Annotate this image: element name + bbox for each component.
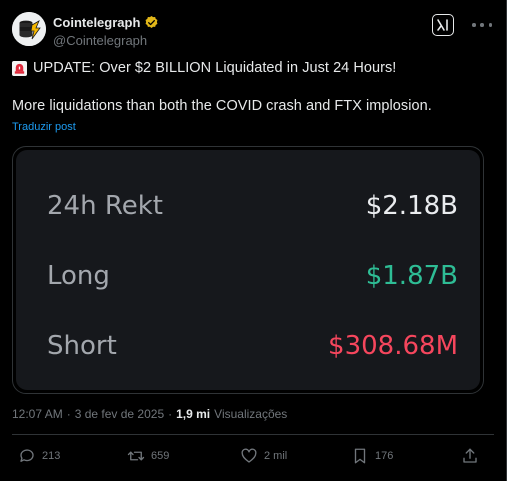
meta-separator: · bbox=[168, 407, 173, 421]
long-label: Long bbox=[47, 261, 110, 291]
display-name[interactable]: Cointelegraph bbox=[53, 15, 140, 30]
reply-count: 213 bbox=[42, 450, 61, 462]
verified-badge-icon[interactable] bbox=[144, 15, 159, 30]
short-label: Short bbox=[47, 331, 117, 361]
bookmark-icon bbox=[354, 448, 366, 464]
grok-button[interactable] bbox=[432, 14, 454, 36]
tweet-header: Cointelegraph @Cointelegraph bbox=[12, 10, 494, 50]
bookmark-count: 176 bbox=[375, 450, 394, 462]
long-value: $1.87B bbox=[365, 261, 458, 291]
repost-button[interactable]: 659 bbox=[127, 447, 169, 465]
liquidation-panel: 24h Rekt $2.18B Long $1.87B Short $308.6… bbox=[16, 150, 480, 390]
translate-post-link[interactable]: Traduzir post bbox=[12, 121, 76, 133]
reply-icon bbox=[20, 449, 34, 462]
cointelegraph-logo-icon bbox=[12, 12, 46, 46]
short-value: $308.68M bbox=[328, 331, 458, 361]
share-button[interactable] bbox=[461, 447, 479, 465]
handle[interactable]: @Cointelegraph bbox=[53, 33, 159, 48]
divider bbox=[12, 434, 494, 435]
post-headline: UPDATE: Over $2 BILLION Liquidated in Ju… bbox=[33, 60, 397, 76]
post-date[interactable]: 3 de fev de 2025 bbox=[75, 407, 164, 421]
grok-icon bbox=[437, 19, 448, 31]
tweet: Cointelegraph @Cointelegraph UPDATE: Ove… bbox=[0, 0, 507, 481]
post-time[interactable]: 12:07 AM bbox=[12, 407, 63, 421]
siren-icon bbox=[12, 60, 27, 76]
views-label: Visualizações bbox=[214, 407, 288, 421]
share-icon bbox=[463, 448, 477, 463]
total-rekt-label: 24h Rekt bbox=[47, 191, 163, 221]
like-icon bbox=[241, 448, 257, 463]
avatar[interactable] bbox=[12, 12, 46, 46]
post-meta: 12:07 AM · 3 de fev de 2025 · 1,9 mi Vis… bbox=[12, 407, 287, 421]
post-text-line-2: More liquidations than both the COVID cr… bbox=[12, 98, 432, 114]
meta-separator: · bbox=[66, 407, 71, 421]
like-button[interactable]: 2 mil bbox=[240, 447, 287, 465]
more-icon[interactable] bbox=[472, 18, 492, 32]
repost-icon bbox=[127, 451, 145, 461]
media-card[interactable]: 24h Rekt $2.18B Long $1.87B Short $308.6… bbox=[12, 146, 484, 394]
views-count[interactable]: 1,9 mi bbox=[176, 407, 210, 421]
like-count: 2 mil bbox=[264, 450, 288, 462]
bookmark-button[interactable]: 176 bbox=[351, 447, 393, 465]
action-bar: 213 659 2 mil 176 bbox=[12, 447, 494, 469]
reply-button[interactable]: 213 bbox=[18, 447, 60, 465]
total-rekt-value: $2.18B bbox=[365, 191, 458, 221]
display-name-row: Cointelegraph bbox=[53, 14, 159, 30]
post-text-line-1: UPDATE: Over $2 BILLION Liquidated in Ju… bbox=[12, 60, 396, 76]
repost-count: 659 bbox=[151, 450, 170, 462]
author-names: Cointelegraph @Cointelegraph bbox=[53, 14, 159, 48]
